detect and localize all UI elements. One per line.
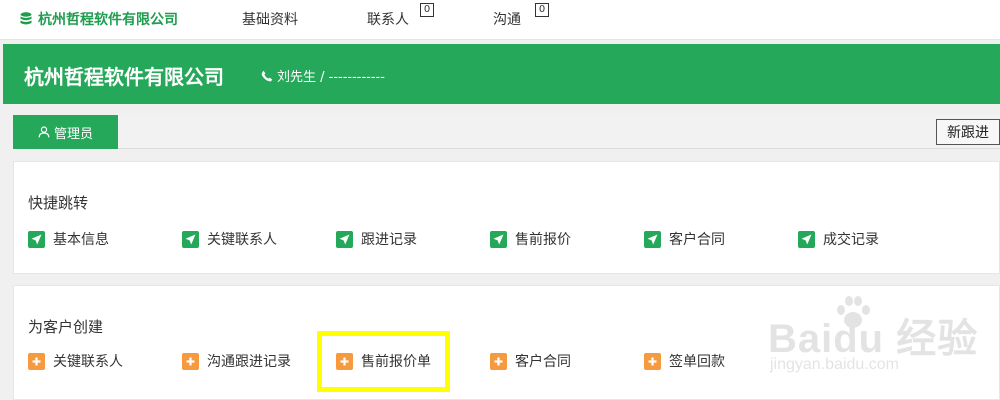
company-title: 杭州哲程软件有限公司 xyxy=(24,65,224,89)
quick-link-label: 售前报价 xyxy=(515,232,571,248)
quick-link-deal-records[interactable]: 成交记录 xyxy=(798,229,879,249)
create-key-contact[interactable]: 关键联系人 xyxy=(28,351,123,371)
create-link-label: 签单回款 xyxy=(669,354,725,370)
baidu-watermark: Baidu 经验 jingyan.baidu.com xyxy=(768,292,993,392)
phone-icon xyxy=(261,70,273,82)
tab-admin-label: 管理员 xyxy=(53,126,93,142)
quick-link-customer-contract[interactable]: 客户合同 xyxy=(644,229,725,249)
contact-text: 刘先生 / ------------ xyxy=(277,70,385,85)
tab-bar: 管理员 新跟进 xyxy=(13,115,1000,149)
nav-item-basic-data[interactable]: 基础资料 xyxy=(242,9,298,29)
contacts-count-badge: 0 xyxy=(420,3,434,17)
user-icon xyxy=(38,126,50,138)
contact-info: 刘先生 / ------------ xyxy=(261,66,385,85)
new-follow-up-button[interactable]: 新跟进 xyxy=(936,119,1000,145)
brand-link[interactable]: 杭州哲程软件有限公司 xyxy=(20,9,178,29)
send-icon xyxy=(182,230,199,248)
tab-admin[interactable]: 管理员 xyxy=(13,115,118,149)
send-icon xyxy=(490,230,507,248)
plus-icon xyxy=(28,352,45,370)
send-icon xyxy=(336,230,353,248)
plus-icon xyxy=(490,352,507,370)
plus-icon xyxy=(182,352,199,370)
quick-link-label: 基本信息 xyxy=(53,232,109,248)
nav-item-contacts[interactable]: 联系人 xyxy=(367,9,409,29)
nav-item-communication[interactable]: 沟通 xyxy=(493,9,521,29)
communication-count-badge: 0 xyxy=(535,3,549,17)
create-link-label: 沟通跟进记录 xyxy=(207,354,291,370)
create-panel-title: 为客户创建 xyxy=(28,318,104,336)
quick-link-presales-quote[interactable]: 售前报价 xyxy=(490,229,571,249)
create-link-label: 客户合同 xyxy=(515,354,571,370)
create-communication-record[interactable]: 沟通跟进记录 xyxy=(182,351,291,371)
send-icon xyxy=(644,230,661,248)
highlight-box xyxy=(317,331,450,392)
quick-jump-panel: 快捷跳转 基本信息 关键联系人 跟进记录 售前报价 客户合同 成交记录 xyxy=(13,161,1000,274)
create-payment-collection[interactable]: 签单回款 xyxy=(644,351,725,371)
quick-jump-title: 快捷跳转 xyxy=(28,194,89,212)
top-navbar: 杭州哲程软件有限公司 基础资料 联系人 0 沟通 0 xyxy=(0,0,1000,40)
create-customer-contract[interactable]: 客户合同 xyxy=(490,351,571,371)
quick-link-label: 客户合同 xyxy=(669,232,725,248)
quick-link-label: 成交记录 xyxy=(823,232,879,248)
send-icon xyxy=(28,230,45,248)
quick-link-label: 关键联系人 xyxy=(207,232,277,248)
quick-link-label: 跟进记录 xyxy=(361,232,417,248)
customer-header: 杭州哲程软件有限公司 刘先生 / ------------ xyxy=(3,44,1000,104)
send-icon xyxy=(798,230,815,248)
watermark-url: jingyan.baidu.com xyxy=(770,356,899,373)
brand-name: 杭州哲程软件有限公司 xyxy=(38,12,178,28)
quick-link-follow-records[interactable]: 跟进记录 xyxy=(336,229,417,249)
quick-link-basic-info[interactable]: 基本信息 xyxy=(28,229,109,249)
plus-icon xyxy=(644,352,661,370)
quick-link-key-contacts[interactable]: 关键联系人 xyxy=(182,229,277,249)
create-link-label: 关键联系人 xyxy=(53,354,123,370)
database-icon xyxy=(20,12,32,26)
